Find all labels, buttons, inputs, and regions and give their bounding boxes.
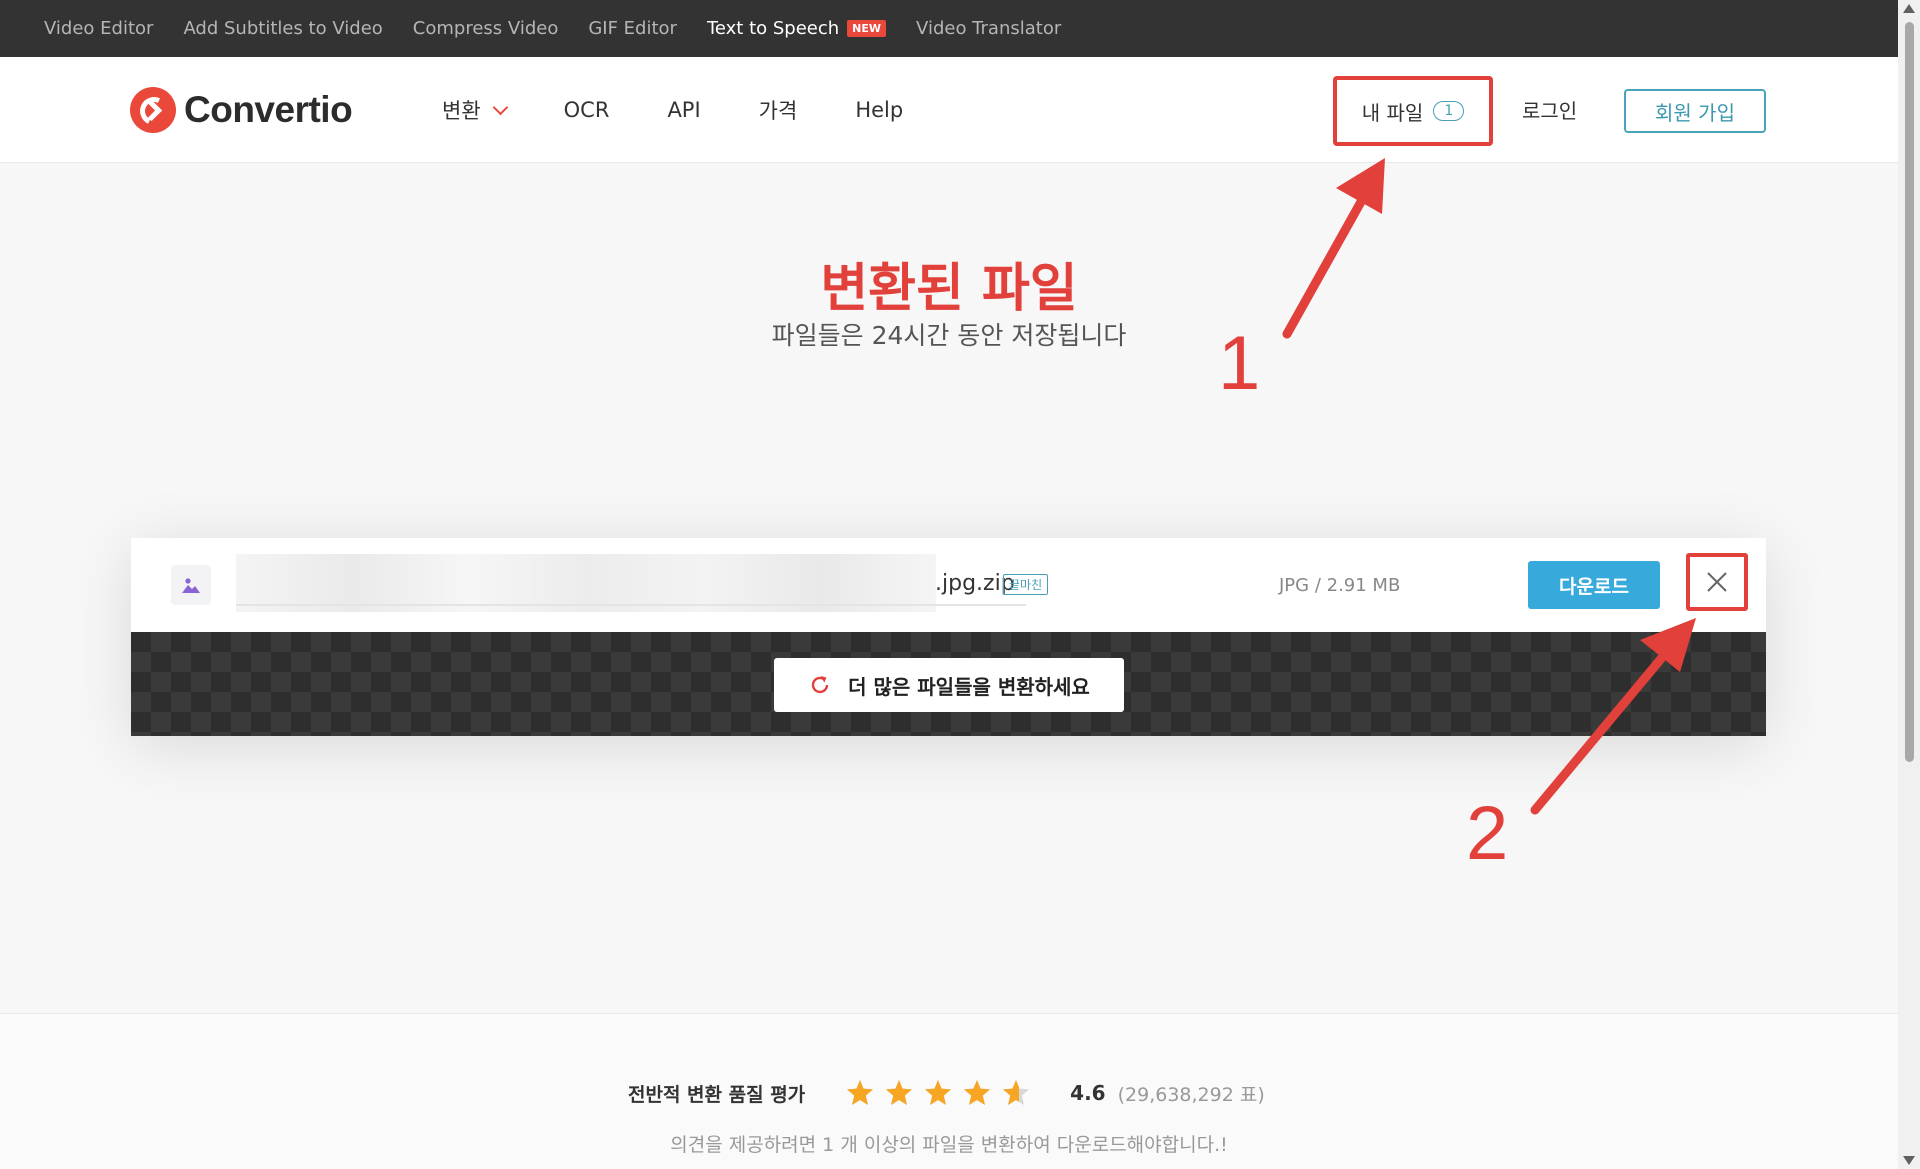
chevron-down-icon <box>492 99 508 115</box>
converted-file-card: .jpg.zip 끝마친 JPG / 2.91 MB 다운로드 더 많은 파일들… <box>131 538 1766 736</box>
nav-item-convert[interactable]: 변환 <box>442 95 508 125</box>
file-name-underline <box>236 604 1026 606</box>
my-files-label: 내 파일 <box>1361 100 1424 125</box>
convert-more-button[interactable]: 더 많은 파일들을 변환하세요 <box>774 658 1124 712</box>
scroll-thumb[interactable] <box>1905 22 1914 762</box>
annotation-label-2: 2 <box>1466 791 1509 876</box>
rating-footer: 전반적 변환 품질 평가 4.6 (29,638,292 표) 의견을 제공하려… <box>0 1013 1898 1169</box>
rating-row: 전반적 변환 품질 평가 4.6 (29,638,292 표) <box>628 1078 1265 1108</box>
my-files-count-badge: 1 <box>1433 101 1465 121</box>
signup-button[interactable]: 회원 가입 <box>1624 89 1766 133</box>
logo[interactable]: Convertio <box>130 87 353 133</box>
remove-file-button[interactable] <box>1686 553 1748 611</box>
rating-label: 전반적 변환 품질 평가 <box>628 1083 806 1106</box>
topbar-link-gif-editor[interactable]: GIF Editor <box>588 18 677 39</box>
rating-note: 의견을 제공하려면 1 개 이상의 파일을 변환하여 다운로드해야합니다.! <box>670 1134 1228 1156</box>
rating-score: 4.6 <box>1070 1081 1106 1105</box>
download-button[interactable]: 다운로드 <box>1528 561 1660 609</box>
logo-text: Convertio <box>184 89 353 130</box>
login-link[interactable]: 로그인 <box>1522 95 1577 124</box>
site-header: Convertio 변환 OCR API 가격 Help 내 파일 1 로그인 … <box>0 57 1898 163</box>
top-bar: Video Editor Add Subtitles to Video Comp… <box>0 0 1898 57</box>
nav-item-api[interactable]: API <box>667 98 700 122</box>
rating-votes: (29,638,292 표) <box>1117 1083 1265 1106</box>
star-icon[interactable] <box>1001 1078 1031 1108</box>
logo-icon <box>130 87 176 133</box>
rating-stars[interactable] <box>845 1078 1040 1108</box>
star-icon[interactable] <box>845 1078 875 1108</box>
main-nav: 변환 OCR API 가격 Help <box>442 95 961 125</box>
scroll-down-arrow-icon[interactable] <box>1903 1156 1915 1165</box>
my-files-button[interactable]: 내 파일 1 <box>1333 76 1493 146</box>
nav-item-convert-label: 변환 <box>442 99 481 123</box>
topbar-link-video-editor[interactable]: Video Editor <box>44 18 153 39</box>
refresh-icon <box>811 676 829 694</box>
annotation-label-1: 1 <box>1218 321 1261 406</box>
image-file-icon <box>171 565 211 605</box>
status-badge: 끝마친 <box>1003 574 1049 595</box>
page-title: 변환된 파일 <box>820 259 1078 319</box>
topbar-link-text-to-speech-label: Text to Speech <box>706 18 840 39</box>
close-icon <box>1707 572 1727 592</box>
new-badge: NEW <box>847 20 887 37</box>
page-subtitle: 파일들은 24시간 동안 저장됩니다 <box>771 321 1127 350</box>
convert-more-band: 더 많은 파일들을 변환하세요 <box>131 632 1766 736</box>
page-scrollbar[interactable] <box>1898 0 1920 1169</box>
topbar-link-video-translator[interactable]: Video Translator <box>916 18 1061 39</box>
star-icon[interactable] <box>923 1078 953 1108</box>
topbar-link-add-subtitles[interactable]: Add Subtitles to Video <box>183 18 382 39</box>
nav-item-ocr[interactable]: OCR <box>564 98 610 122</box>
file-format-size: JPG / 2.91 MB <box>1279 575 1401 596</box>
nav-item-pricing[interactable]: 가격 <box>759 95 798 125</box>
nav-item-help[interactable]: Help <box>855 98 903 122</box>
star-icon[interactable] <box>884 1078 914 1108</box>
file-row: .jpg.zip 끝마친 JPG / 2.91 MB 다운로드 <box>131 538 1766 632</box>
topbar-link-compress-video[interactable]: Compress Video <box>413 18 559 39</box>
convert-more-label: 더 많은 파일들을 변환하세요 <box>848 674 1090 699</box>
star-icon[interactable] <box>962 1078 992 1108</box>
topbar-link-text-to-speech[interactable]: Text to Speech NEW <box>706 18 887 39</box>
scroll-up-arrow-icon[interactable] <box>1903 4 1915 13</box>
